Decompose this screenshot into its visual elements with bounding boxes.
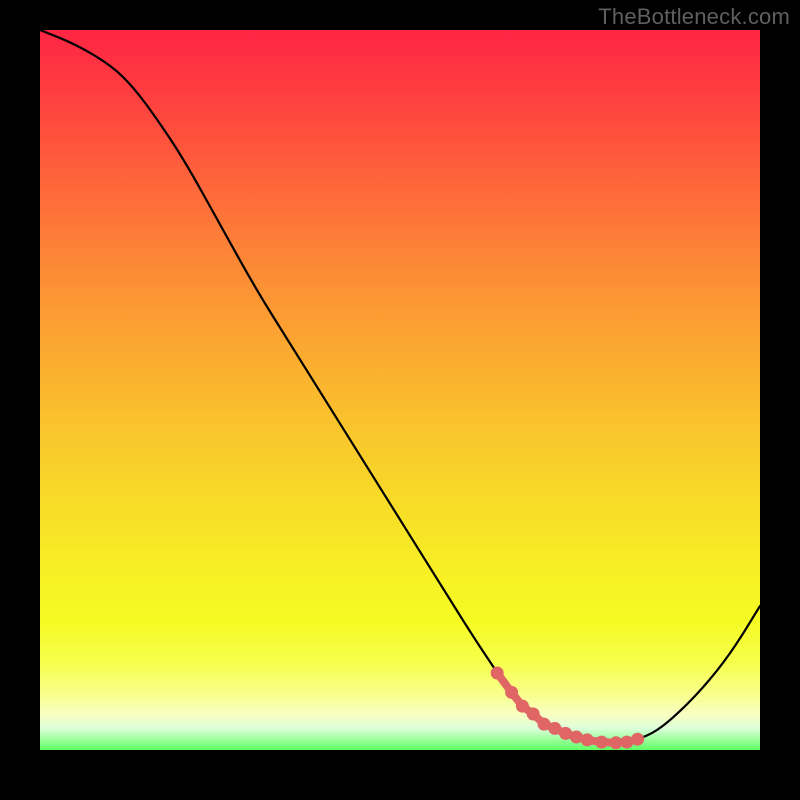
highlight-dot xyxy=(516,700,529,713)
highlight-dot xyxy=(631,733,644,746)
plot-area xyxy=(40,30,760,750)
bottleneck-curve xyxy=(40,30,760,743)
highlight-dot xyxy=(505,686,518,699)
chart-container: TheBottleneck.com xyxy=(0,0,800,800)
watermark-text: TheBottleneck.com xyxy=(598,4,790,30)
highlight-dot xyxy=(491,667,504,680)
highlight-dot xyxy=(595,736,608,749)
chart-svg xyxy=(40,30,760,750)
highlight-dot xyxy=(581,733,594,746)
highlight-dot xyxy=(527,708,540,721)
highlight-dots-group xyxy=(491,667,644,750)
